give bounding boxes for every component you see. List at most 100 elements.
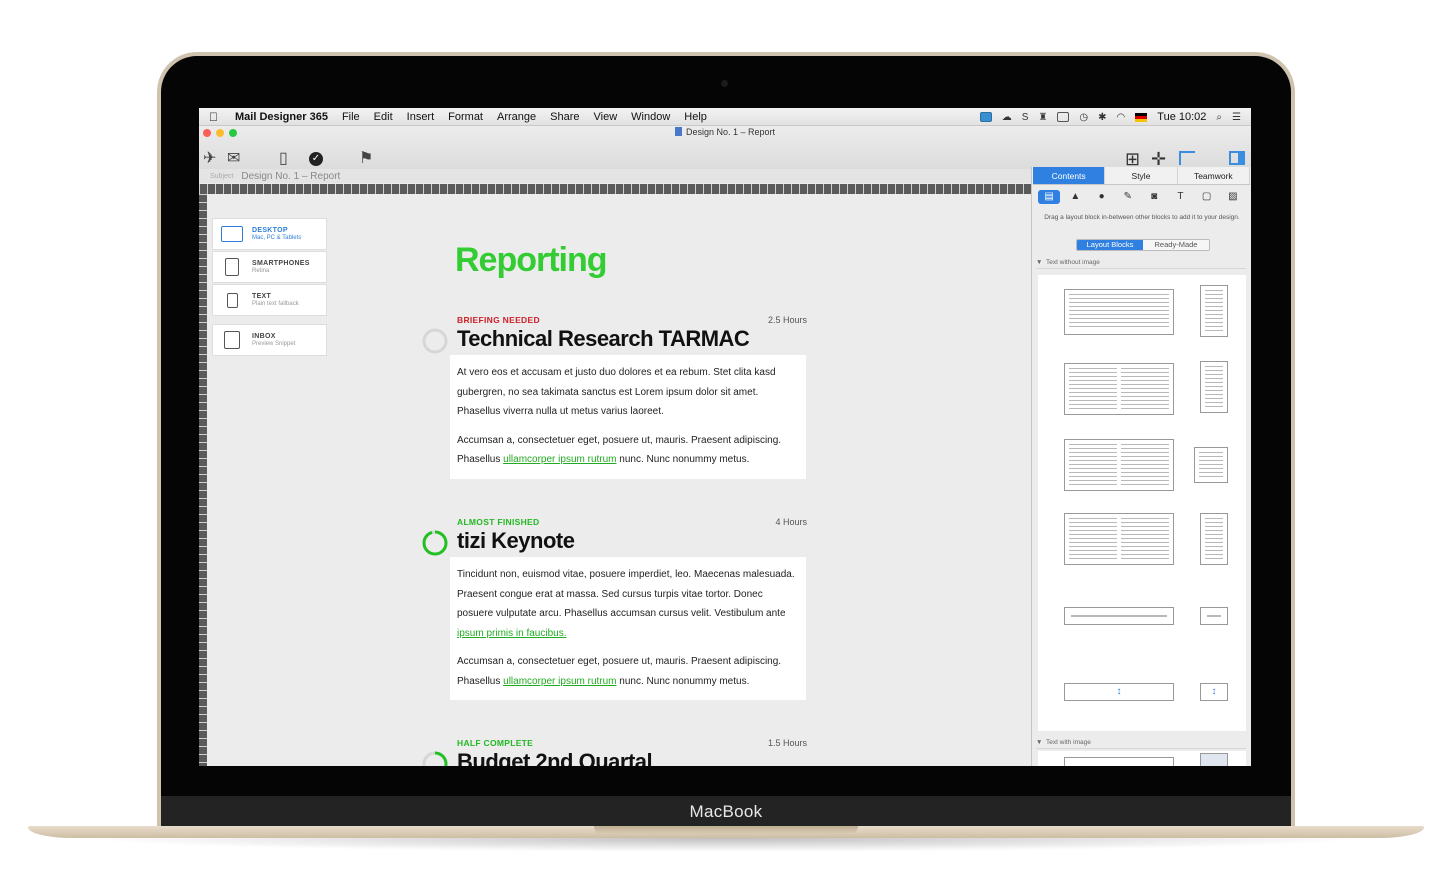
cloud-icon[interactable]: ☁ (1002, 112, 1012, 123)
task-hours: 1.5 Hours (767, 738, 807, 748)
send-test-icon[interactable]: ✈ (203, 150, 216, 168)
display-icon[interactable] (1057, 112, 1070, 122)
preview-devices-icon[interactable]: ▯ (279, 150, 288, 168)
check-icon[interactable]: ✓ (309, 152, 323, 166)
text-document-icon (227, 292, 238, 308)
design-canvas[interactable]: DESKTOP Mac, PC & Tablets SMARTPHONES Re… (207, 194, 1031, 766)
layout-block[interactable] (1200, 753, 1228, 766)
preview-smartphones[interactable]: SMARTPHONES Retina (212, 251, 327, 283)
macbook-notch (594, 826, 858, 834)
box-icon[interactable]: ▢ (1196, 190, 1218, 204)
task-title: Budget 2nd Quartal (457, 749, 653, 766)
task-block[interactable]: ALMOST FINISHED 4 Hours tizi Keynote Tin… (422, 517, 807, 717)
divider-block[interactable] (1200, 607, 1228, 625)
layout-block[interactable] (1064, 363, 1174, 415)
segment-ready-made[interactable]: Ready-Made (1143, 240, 1209, 250)
window-title: Design No. 1 – Report (199, 127, 1251, 137)
sidebar-toggle-icon[interactable] (1229, 151, 1245, 165)
spacer-block[interactable]: ↕ (1200, 683, 1228, 701)
bluetooth-icon[interactable]: ✱ (1098, 112, 1106, 123)
preview-text[interactable]: TEXT Plain text fallback (212, 284, 327, 316)
layout-blocks-list (1038, 751, 1246, 766)
subject-input[interactable]: Design No. 1 – Report (241, 171, 340, 182)
progress-ring (422, 328, 448, 354)
notification-center-icon[interactable]: ☰ (1232, 112, 1241, 123)
apple-icon[interactable]:  (209, 110, 223, 124)
layout-block[interactable] (1194, 447, 1228, 483)
tab-teamwork[interactable]: Teamwork (1177, 167, 1250, 184)
menu-format[interactable]: Format (448, 111, 483, 123)
spacer-block[interactable]: ↕ (1064, 683, 1174, 701)
section-header[interactable]: ▼ Text with image (1036, 739, 1246, 749)
share-icon[interactable]: ⚑ (359, 150, 373, 168)
task-block[interactable]: BRIEFING NEEDED 2.5 Hours Technical Rese… (422, 315, 807, 495)
layout-block[interactable] (1200, 285, 1228, 337)
shape-icon[interactable]: ▲ (1064, 190, 1086, 204)
task-status: HALF COMPLETE (457, 738, 534, 748)
image-icon[interactable]: ◙ (1143, 190, 1165, 204)
flag-icon[interactable] (1135, 112, 1148, 122)
task-block[interactable]: HALF COMPLETE 1.5 Hours Budget 2nd Quart… (422, 738, 807, 766)
time-machine-icon[interactable]: ◷ (1079, 112, 1088, 123)
menu-share[interactable]: Share (550, 111, 579, 123)
tab-style[interactable]: Style (1105, 167, 1178, 184)
smartphone-icon (225, 258, 239, 276)
laptop-icon (221, 226, 243, 242)
inspector-hint: Drag a layout block in-between other blo… (1044, 214, 1240, 221)
app-icon[interactable] (979, 112, 992, 122)
document-icon (674, 127, 682, 136)
macbook-label: MacBook (161, 796, 1291, 828)
menu-view[interactable]: View (594, 111, 618, 123)
block-type-segment: Layout Blocks Ready-Made (1076, 239, 1210, 251)
tab-contents[interactable]: Contents (1033, 167, 1106, 184)
task-link[interactable]: ullamcorper ipsum rutrum (503, 676, 616, 687)
segment-layout-blocks[interactable]: Layout Blocks (1077, 240, 1143, 250)
task-paragraph: At vero eos et accusam et justo duo dolo… (457, 367, 776, 417)
menu-arrange[interactable]: Arrange (497, 111, 536, 123)
task-link[interactable]: ullamcorper ipsum rutrum (503, 454, 616, 465)
wifi-icon[interactable]: ◠ (1117, 112, 1126, 123)
task-status: ALMOST FINISHED (457, 517, 540, 527)
layout-block[interactable] (1064, 439, 1174, 491)
divider-block[interactable] (1064, 607, 1174, 625)
subject-row: Subject Design No. 1 – Report (199, 169, 1031, 183)
layout-block[interactable] (1200, 513, 1228, 565)
menu-edit[interactable]: Edit (374, 111, 393, 123)
task-hours: 2.5 Hours (767, 315, 807, 325)
horizontal-ruler (199, 184, 1031, 194)
inspector-tabs: Contents Style Teamwork (1033, 167, 1250, 185)
task-title: Technical Research TARMAC (457, 326, 750, 351)
extension-icon[interactable]: ♜ (1038, 112, 1047, 123)
menu-file[interactable]: File (342, 111, 360, 123)
preview-desktop[interactable]: DESKTOP Mac, PC & Tablets (212, 218, 327, 250)
layout-block[interactable] (1064, 757, 1174, 766)
screen:  Mail Designer 365 File Edit Insert For… (199, 108, 1251, 766)
clock[interactable]: Tue 10:02 (1157, 111, 1206, 123)
task-link[interactable]: ipsum primis in faucibus. (457, 628, 566, 639)
layout-block[interactable] (1200, 361, 1228, 413)
inbox-icon (224, 331, 240, 349)
email-heading[interactable]: Reporting (455, 241, 608, 280)
menu-app-name[interactable]: Mail Designer 365 (235, 111, 328, 123)
resize-arrow-icon: ↕ (1211, 686, 1217, 697)
guides-icon[interactable] (1179, 151, 1195, 165)
menu-help[interactable]: Help (684, 111, 707, 123)
section-header[interactable]: ▼ Text without image (1036, 259, 1246, 269)
layout-block[interactable] (1064, 513, 1174, 565)
send-icon[interactable]: ✉ (227, 150, 240, 168)
task-paragraph: Accumsan a, consectetuer eget, posuere u… (457, 434, 782, 466)
preview-inbox[interactable]: INBOX Preview Snippet (212, 324, 327, 356)
text-icon[interactable]: T (1169, 190, 1191, 204)
picture-icon[interactable]: ▨ (1222, 190, 1244, 204)
menu-window[interactable]: Window (631, 111, 670, 123)
circle-icon[interactable]: ● (1091, 190, 1113, 204)
task-card[interactable]: Tincidunt non, euismod vitae, posuere im… (450, 557, 806, 700)
spotlight-icon[interactable]: ⌕ (1216, 112, 1222, 123)
layout-block[interactable] (1064, 289, 1174, 335)
menu-insert[interactable]: Insert (407, 111, 435, 123)
pen-icon[interactable]: ✎ (1117, 190, 1139, 204)
task-card[interactable]: At vero eos et accusam et justo duo dolo… (450, 355, 806, 479)
layout-block-icon[interactable]: ▤ (1038, 190, 1061, 204)
s-icon[interactable]: S (1022, 112, 1029, 123)
base-shadow (80, 838, 1372, 852)
